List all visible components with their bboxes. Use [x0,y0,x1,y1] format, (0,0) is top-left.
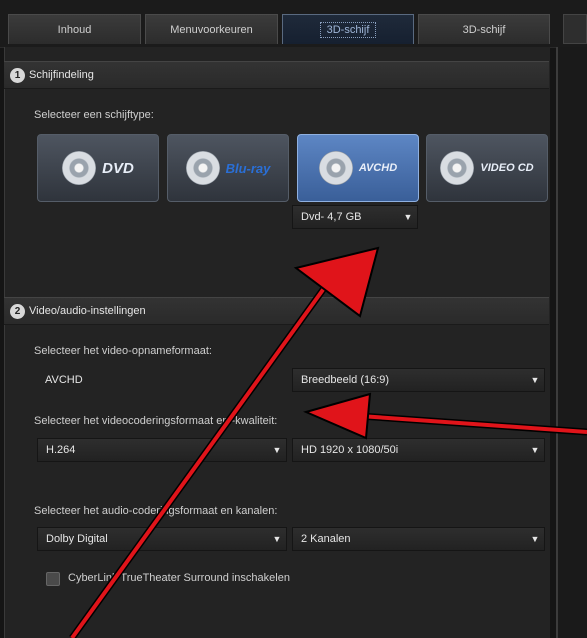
aspect-ratio-dropdown[interactable]: Breedbeeld (16:9) ▼ [292,368,545,392]
tab-label: Inhoud [57,23,92,36]
section-disc-format-header: 1 Schijfindeling [4,61,549,89]
section-video-audio-header: 2 Video/audio-instellingen [4,297,549,325]
surround-checkbox[interactable] [46,572,60,586]
bluray-logo: Blu-ray [225,160,271,176]
step-number: 1 [10,67,25,83]
window: Inhoud Menuvoorkeuren 3D-schijf 3D-schij… [0,0,587,638]
video-quality-dropdown[interactable]: HD 1920 x 1080/50i ▼ [292,438,545,462]
bluray-disc-button[interactable]: Blu-ray [167,134,289,202]
tab-label: 3D-schijf [462,23,506,36]
record-format-value: AVCHD [45,374,83,386]
record-format-label: Selecteer het video-opnameformaat: [34,345,212,357]
chevron-down-icon: ▼ [530,445,540,455]
avchd-disc-button[interactable]: AVCHD [297,134,419,202]
audio-channels-dropdown[interactable]: 2 Kanalen ▼ [292,527,545,551]
disc-size-value: Dvd- 4,7 GB [301,211,362,223]
vcd-disc-button[interactable]: VIDEO CD [426,134,548,202]
tab-label: 3D-schijf [319,21,377,38]
side-panel-tab[interactable] [563,14,587,44]
chevron-down-icon: ▼ [403,212,413,222]
tab-3d-schijf-active[interactable]: 3D-schijf [282,14,414,44]
vcd-disc-icon [440,151,475,185]
chevron-down-icon: ▼ [530,375,540,385]
disc-type-label: Selecteer een schijftype: [34,109,154,121]
aspect-ratio-value: Breedbeeld (16:9) [301,374,390,386]
avchd-logo: AVCHD [358,162,398,174]
video-codec-dropdown[interactable]: H.264 ▼ [37,438,287,462]
vcd-logo: VIDEO CD [480,162,534,174]
surround-label: CyberLink TrueTheater Surround inschakel… [68,572,290,584]
codec-label: Selecteer het videocoderingsformaat en -… [34,415,278,427]
video-quality-value: HD 1920 x 1080/50i [301,444,399,456]
tab-3d-schijf[interactable]: 3D-schijf [418,14,550,44]
step-number: 2 [10,303,25,319]
audio-label: Selecteer het audio-coderingsformaat en … [34,505,278,517]
chevron-down-icon: ▼ [272,445,282,455]
section-title: Schijfindeling [29,69,94,81]
side-panel [556,47,587,638]
tab-inhoud[interactable]: Inhoud [8,14,141,44]
section-title: Video/audio-instellingen [29,305,146,317]
tab-menuvoorkeuren[interactable]: Menuvoorkeuren [145,14,278,44]
disc-size-dropdown[interactable]: Dvd- 4,7 GB ▼ [292,205,418,229]
dvd-logo: DVD [102,159,134,177]
audio-codec-value: Dolby Digital [46,533,108,545]
record-format-field[interactable]: AVCHD [37,368,287,392]
tab-label: Menuvoorkeuren [170,23,253,36]
bluray-disc-icon [185,151,220,185]
chevron-down-icon: ▼ [530,534,540,544]
chevron-down-icon: ▼ [272,534,282,544]
video-codec-value: H.264 [46,444,76,456]
dvd-disc-icon [62,151,97,185]
tab-bar: Inhoud Menuvoorkeuren 3D-schijf 3D-schij… [0,0,587,48]
audio-channels-value: 2 Kanalen [301,533,351,545]
avchd-disc-icon [318,151,353,185]
audio-codec-dropdown[interactable]: Dolby Digital ▼ [37,527,287,551]
dvd-disc-button[interactable]: DVD [37,134,159,202]
